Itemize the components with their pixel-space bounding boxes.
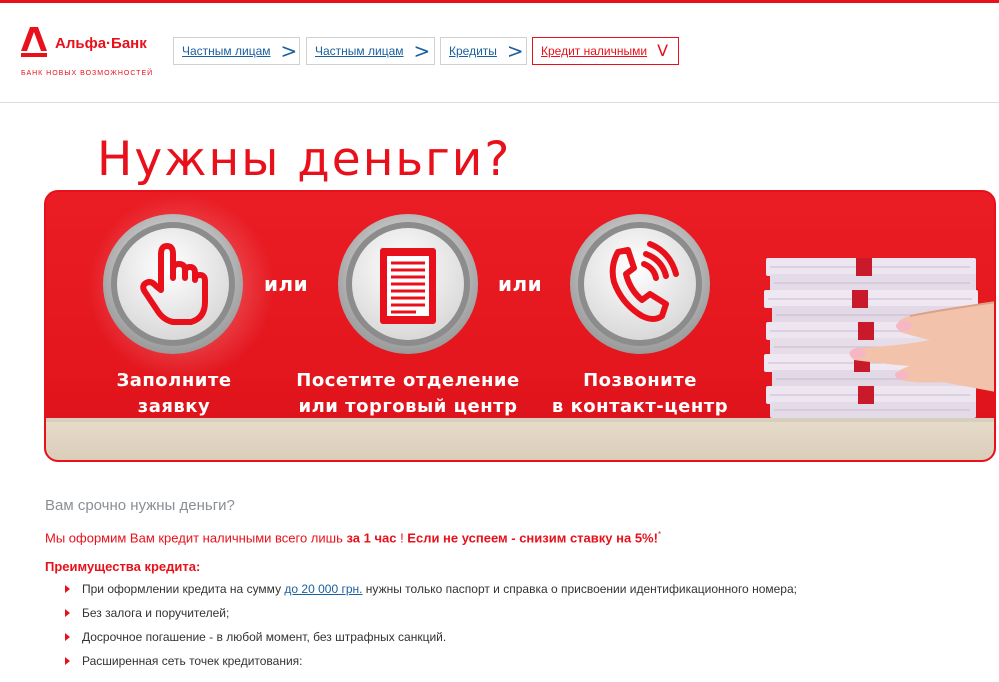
- apply-online-button[interactable]: [101, 212, 245, 356]
- amount-link[interactable]: до 20 000 грн.: [284, 582, 362, 596]
- option-line: в контакт-центр: [551, 396, 729, 417]
- section-question: Вам срочно нужны деньги?: [45, 497, 235, 514]
- offer-text: Мы оформим Вам кредит наличными всего ли…: [45, 530, 661, 545]
- alfa-logo-icon: [21, 27, 47, 57]
- offer-promise: Если не успеем - снизим ставку на 5%!: [407, 530, 658, 546]
- page-title: Нужны деньги?: [97, 132, 512, 187]
- list-item-text: Расширенная сеть точек кредитования:: [82, 654, 303, 668]
- option-label-call: Позвоните в контакт-центр: [540, 368, 740, 420]
- list-item-text: При оформлении кредита на сумму: [82, 582, 285, 596]
- option-line: заявку: [137, 396, 211, 417]
- breadcrumb-item-3[interactable]: Кредиты >: [440, 37, 527, 65]
- money-stack-image: [764, 258, 994, 418]
- breadcrumb-item-current[interactable]: Кредит наличными V: [532, 37, 679, 65]
- list-item: При оформлении кредита на сумму до 20 00…: [65, 579, 797, 603]
- list-item: Без залога и поручителей;: [65, 603, 797, 627]
- option-line: Позвоните: [583, 370, 697, 391]
- list-item-text: нужны только паспорт и справка о присвое…: [362, 582, 797, 596]
- hero-banner: или или Заполните заявку Посетите отделе…: [44, 190, 996, 462]
- or-label-1: или: [264, 272, 309, 296]
- option-line: Посетите отделение: [296, 370, 520, 391]
- option-label-visit: Посетите отделение или торговый центр: [280, 368, 536, 420]
- bullet-arrow-icon: [65, 585, 70, 593]
- list-item-text: Без залога и поручителей;: [82, 606, 230, 620]
- logo-tagline: БАНК НОВЫХ ВОЗМОЖНОСТЕЙ: [21, 70, 154, 77]
- offer-prefix: Мы оформим Вам кредит наличными всего ли…: [45, 530, 347, 546]
- advantages-title: Преимущества кредита:: [45, 559, 201, 574]
- or-label-2: или: [498, 272, 543, 296]
- offer-middle: !: [396, 530, 408, 546]
- chevron-right-icon: >: [280, 39, 298, 63]
- chevron-down-icon[interactable]: V: [657, 43, 668, 59]
- footnote-mark: *: [657, 530, 662, 539]
- option-line: Заполните: [116, 370, 232, 391]
- alfa-bank-logo[interactable]: Альфа·Банк БАНК НОВЫХ ВОЗМОЖНОСТЕЙ: [20, 25, 170, 85]
- breadcrumb-item-2[interactable]: Частным лицам >: [306, 37, 435, 65]
- breadcrumb-label[interactable]: Кредиты: [449, 44, 497, 58]
- bullet-arrow-icon: [65, 633, 70, 641]
- offer-time: за 1 час: [346, 530, 397, 546]
- bullet-arrow-icon: [65, 609, 70, 617]
- breadcrumb-label[interactable]: Кредит наличными: [541, 44, 647, 58]
- logo-name: Альфа·Банк: [55, 35, 147, 52]
- site-header: Альфа·Банк БАНК НОВЫХ ВОЗМОЖНОСТЕЙ Частн…: [0, 3, 999, 103]
- list-item-text: Досрочное погашение - в любой момент, бе…: [82, 630, 447, 644]
- chevron-right-icon: >: [506, 39, 524, 63]
- breadcrumb-item-1[interactable]: Частным лицам >: [173, 37, 300, 65]
- list-item: Расширенная сеть точек кредитования:: [65, 651, 797, 675]
- advantages-list: При оформлении кредита на сумму до 20 00…: [65, 579, 797, 675]
- visit-branch-button[interactable]: [336, 212, 480, 356]
- call-center-button[interactable]: [568, 212, 712, 356]
- option-line: или торговый центр: [298, 396, 518, 417]
- option-label-apply: Заполните заявку: [84, 368, 264, 420]
- document-icon: [380, 248, 436, 324]
- chevron-right-icon: >: [413, 39, 431, 63]
- list-item: Досрочное погашение - в любой момент, бе…: [65, 627, 797, 651]
- breadcrumb-label[interactable]: Частным лицам: [182, 44, 271, 58]
- breadcrumb-label[interactable]: Частным лицам: [315, 44, 404, 58]
- bullet-arrow-icon: [65, 657, 70, 665]
